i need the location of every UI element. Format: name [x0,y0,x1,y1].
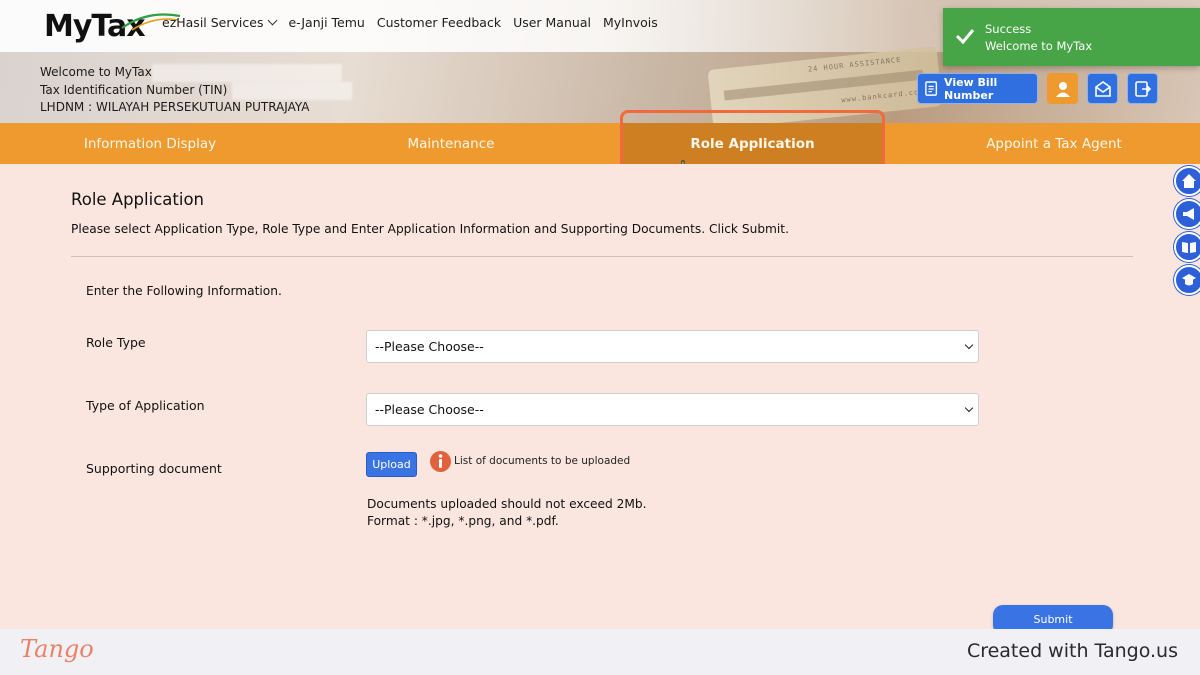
chevron-down-icon [964,340,974,350]
profile-icon [1055,81,1070,97]
announcement-button[interactable] [1174,199,1200,229]
logout-icon [1134,80,1151,97]
role-type-select[interactable]: --Please Choose-- [366,330,979,363]
page-title: Role Application [71,190,204,209]
learning-button[interactable] [1174,265,1200,295]
check-icon [955,29,975,45]
tango-footer: Tango Created with Tango.us [0,629,1200,675]
nav-customer-feedback[interactable]: Customer Feedback [377,15,501,30]
type-of-application-select[interactable]: --Please Choose-- [366,393,979,426]
megaphone-icon [1183,208,1194,220]
tab-maintenance[interactable]: Maintenance [300,123,602,164]
mail-icon [1094,80,1111,97]
home-icon [1182,174,1196,188]
logout-button[interactable] [1127,73,1158,104]
guide-button[interactable] [1174,232,1200,262]
created-with-tango[interactable]: Created with Tango.us [967,640,1178,662]
bill-document-icon [925,80,938,96]
tab-appoint-tax-agent[interactable]: Appoint a Tax Agent [904,123,1200,164]
tab-information-display[interactable]: Information Display [0,123,300,164]
upload-documents-note: List of documents to be uploaded [454,455,631,467]
role-type-label: Role Type [86,335,146,350]
mytax-logo[interactable]: MyTax [44,4,181,44]
home-button[interactable] [1174,166,1200,196]
info-icon[interactable] [429,450,452,473]
format-note: Format : *.jpg, *.png, and *.pdf. [367,514,559,528]
view-bill-number-button[interactable]: View Bill Number [917,73,1038,104]
main-content: Role Application Please select Applicati… [0,164,1200,635]
supporting-document-label: Supporting document [86,461,222,476]
success-toast[interactable]: Success Welcome to MyTax [943,8,1200,66]
tango-logo[interactable]: Tango [20,635,94,663]
tin-label: Tax Identification Number (TIN) [40,82,228,97]
document-requirements: Documents uploaded should not exceed 2Mb… [367,496,647,530]
tab-role-application[interactable]: Role Application [623,123,882,164]
main-navigation: Information Display Maintenance Role App… [0,123,1200,164]
form-intro: Enter the Following Information. [86,284,282,298]
user-info: Welcome to MyTax Tax Identification Numb… [40,64,309,117]
nav-ezhasil-services[interactable]: ezHasil Services [162,15,278,30]
header-banner-card-image: 24 HOUR ASSISTANCE www.bankcard.com [707,46,943,123]
toast-message: Welcome to MyTax [985,39,1093,53]
profile-button[interactable] [1047,73,1078,104]
mail-button[interactable] [1087,73,1118,104]
upload-button[interactable]: Upload [366,452,417,477]
welcome-text: Welcome to MyTax [40,65,152,79]
nav-e-janji-temu[interactable]: e-Janji Temu [288,15,364,30]
chevron-down-icon [268,15,278,26]
toast-title: Success [985,22,1032,36]
size-limit-note: Documents uploaded should not exceed 2Mb… [367,497,647,511]
page-description: Please select Application Type, Role Typ… [71,222,789,236]
book-icon [1182,242,1196,253]
graduation-icon [1182,274,1196,286]
lhdnm-branch: LHDNM : WILAYAH PERSEKUTUAN PUTRAJAYA [40,100,310,114]
divider [71,256,1133,257]
chevron-down-icon [964,403,974,413]
nav-user-manual[interactable]: User Manual [513,15,591,30]
type-of-application-label: Type of Application [86,398,205,413]
nav-myinvois[interactable]: MyInvois [603,15,658,30]
top-navigation: ezHasil Services e-Janji Temu Customer F… [162,15,670,30]
